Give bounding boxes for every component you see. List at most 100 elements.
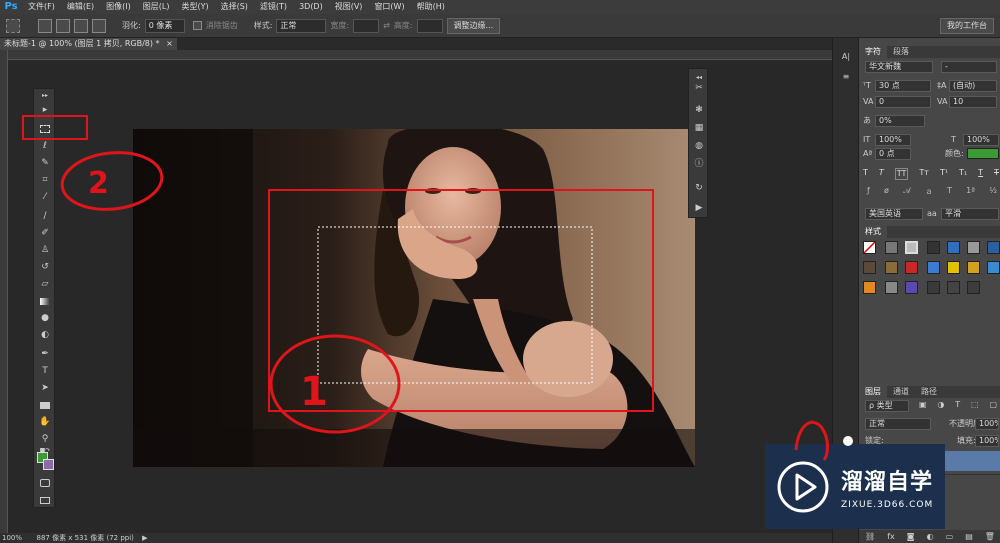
- brush-tool-icon[interactable]: ✐: [37, 226, 53, 240]
- document-tab[interactable]: 未标题-1 @ 100% (图层 1 拷贝, RGB/8) * ×: [0, 38, 177, 50]
- font-style-select[interactable]: -: [941, 61, 997, 73]
- menu-window[interactable]: 窗口(W): [368, 0, 410, 14]
- style-swatch[interactable]: [967, 241, 980, 254]
- filter-pixel-icon[interactable]: ▣: [919, 400, 927, 412]
- tab-paths[interactable]: 路径: [915, 386, 943, 398]
- subscript-button[interactable]: T₁: [959, 168, 967, 180]
- tab-channels[interactable]: 通道: [887, 386, 915, 398]
- style-swatch[interactable]: [987, 261, 1000, 274]
- style-swatch[interactable]: [905, 261, 918, 274]
- workspace-button[interactable]: 我的工作台: [940, 17, 994, 34]
- style-swatch[interactable]: [885, 261, 898, 274]
- horizontal-scale-input[interactable]: 100%: [963, 134, 999, 146]
- marquee-preset-icon[interactable]: [6, 18, 20, 33]
- history-brush-tool-icon[interactable]: ↺: [37, 260, 53, 274]
- style-swatch[interactable]: [863, 261, 876, 274]
- language-select[interactable]: 美国英语: [865, 208, 923, 220]
- swash-icon[interactable]: 𝒜: [903, 186, 911, 198]
- style-swatch[interactable]: [927, 261, 940, 274]
- document-canvas[interactable]: [133, 129, 695, 467]
- strikethrough-button[interactable]: T: [994, 168, 999, 180]
- add-selection-icon[interactable]: [56, 18, 70, 33]
- style-swatch[interactable]: [987, 241, 1000, 254]
- quick-mask-icon[interactable]: [37, 476, 53, 490]
- fill-input[interactable]: 100%: [975, 435, 999, 447]
- style-swatch[interactable]: [863, 281, 876, 294]
- text-color-swatch[interactable]: [967, 148, 999, 159]
- opacity-input[interactable]: 100%: [975, 418, 999, 430]
- style-swatch[interactable]: [927, 281, 940, 294]
- screen-mode-icon[interactable]: [37, 493, 53, 507]
- filter-smart-icon[interactable]: ▢: [989, 400, 997, 412]
- swatches-icon[interactable]: ▦: [692, 121, 706, 135]
- eyedropper-tool-icon[interactable]: ⁄: [37, 190, 53, 204]
- dodge-tool-icon[interactable]: ◐: [37, 328, 53, 342]
- eraser-tool-icon[interactable]: ▱: [37, 277, 53, 291]
- swap-icon[interactable]: ⇄: [383, 21, 390, 30]
- kerning-select[interactable]: 0: [875, 96, 931, 108]
- antialias-select[interactable]: 平滑: [941, 208, 999, 220]
- menu-view[interactable]: 视图(V): [329, 0, 369, 14]
- antialias-checkbox[interactable]: [192, 21, 202, 30]
- toolbox-collapse-icon[interactable]: ▸▸: [37, 91, 53, 99]
- menu-type[interactable]: 类型(Y): [175, 0, 214, 14]
- tracking-select[interactable]: 10: [949, 96, 997, 108]
- style-swatch[interactable]: [927, 241, 940, 254]
- menu-select[interactable]: 选择(S): [215, 0, 254, 14]
- add-mask-icon[interactable]: ◙: [907, 530, 915, 543]
- paragraph-panel-icon[interactable]: ≡: [839, 72, 853, 84]
- move-tool-icon[interactable]: ▸: [37, 103, 53, 117]
- strip-collapse-icon[interactable]: ◂◂: [692, 71, 706, 81]
- gradient-tool-icon[interactable]: [37, 294, 53, 308]
- alternate-icon[interactable]: ａ: [925, 186, 933, 198]
- menu-file[interactable]: 文件(F): [22, 0, 61, 14]
- menu-edit[interactable]: 编辑(E): [61, 0, 100, 14]
- refine-edge-button[interactable]: 调整边缘...: [446, 17, 501, 34]
- status-arrow-icon[interactable]: ▶: [142, 534, 147, 542]
- style-swatch[interactable]: [885, 281, 898, 294]
- intersect-selection-icon[interactable]: [92, 18, 106, 33]
- menu-3d[interactable]: 3D(D): [293, 0, 329, 14]
- old-style-icon[interactable]: ø: [884, 186, 889, 198]
- faux-bold-button[interactable]: T: [863, 168, 868, 180]
- brush-presets-icon[interactable]: ❃: [692, 103, 706, 117]
- baseline-shift-input[interactable]: 0 点: [875, 148, 911, 160]
- actions-play-icon[interactable]: ▶: [692, 201, 706, 215]
- lasso-tool-icon[interactable]: ℓ: [37, 139, 53, 153]
- info-icon[interactable]: ⓘ: [692, 157, 706, 171]
- underline-button[interactable]: T: [978, 168, 983, 180]
- zoom-level[interactable]: 100%: [0, 534, 22, 542]
- layer-filter-select[interactable]: ρ 类型: [865, 400, 909, 412]
- spot-healing-tool-icon[interactable]: ∕: [37, 209, 53, 223]
- tab-layers[interactable]: 图层: [859, 386, 887, 398]
- document-info[interactable]: 887 像素 x 531 像素 (72 ppi): [36, 534, 133, 542]
- filter-adjustment-icon[interactable]: ◑: [937, 400, 944, 412]
- subtract-selection-icon[interactable]: [74, 18, 88, 33]
- clone-stamp-tool-icon[interactable]: ♙: [37, 243, 53, 257]
- blend-mode-select[interactable]: 正常: [865, 418, 931, 430]
- filter-type-icon[interactable]: T: [955, 400, 960, 412]
- tab-character[interactable]: 字符: [859, 46, 887, 58]
- blur-tool-icon[interactable]: ●: [37, 311, 53, 325]
- tsume-select[interactable]: 0%: [875, 115, 925, 127]
- width-input[interactable]: [353, 18, 380, 33]
- style-swatch[interactable]: [863, 241, 876, 254]
- type-tool-icon[interactable]: T: [37, 364, 53, 378]
- faux-italic-button[interactable]: T: [879, 168, 884, 180]
- new-selection-icon[interactable]: [38, 18, 52, 33]
- style-swatch[interactable]: [885, 241, 898, 254]
- quick-selection-tool-icon[interactable]: ✎: [37, 156, 53, 170]
- layer-style-icon[interactable]: fx: [887, 530, 895, 543]
- all-caps-button[interactable]: TT: [894, 168, 909, 180]
- character-panel-icon[interactable]: A|: [839, 52, 853, 64]
- feather-input[interactable]: 0 像素: [144, 18, 185, 33]
- style-swatch[interactable]: [967, 281, 980, 294]
- tab-paragraph[interactable]: 段落: [887, 46, 915, 58]
- tab-styles[interactable]: 样式: [859, 226, 887, 238]
- vertical-scale-input[interactable]: 100%: [875, 134, 911, 146]
- style-swatch[interactable]: [947, 281, 960, 294]
- pen-tool-icon[interactable]: ✒: [37, 347, 53, 361]
- rectangle-tool-icon[interactable]: [37, 398, 53, 412]
- new-layer-icon[interactable]: ▤: [965, 530, 973, 543]
- close-tab-icon[interactable]: ×: [166, 39, 173, 48]
